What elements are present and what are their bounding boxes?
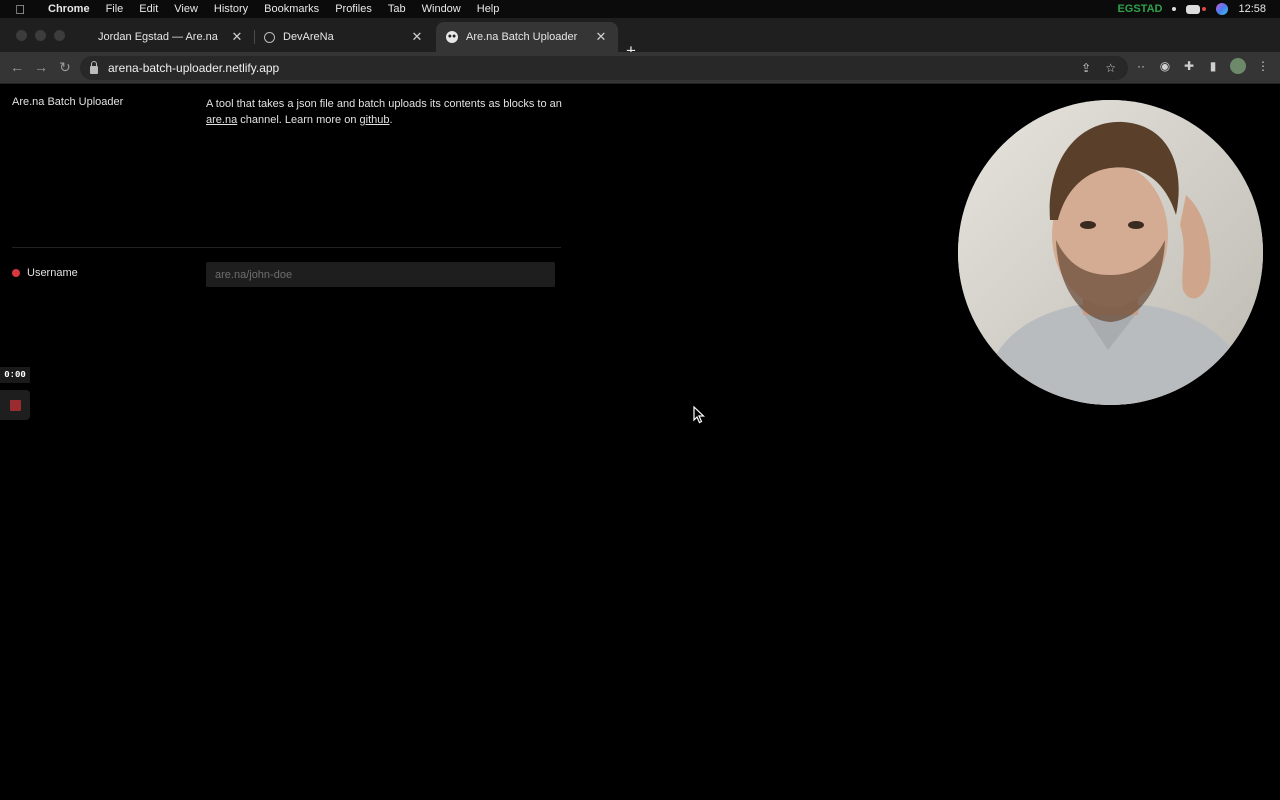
tab-title: Are.na Batch Uploader — [466, 31, 578, 43]
side-panel-icon[interactable]: ▮ — [1206, 59, 1220, 73]
tab-close-icon[interactable]: ✕ — [230, 29, 244, 45]
menubar-status-area: EGSTAD 12:58 — [1117, 0, 1266, 18]
tab-jordan-egstad[interactable]: Jordan Egstad — Are.na ✕ — [88, 22, 254, 52]
arena-link[interactable]: are.na — [206, 114, 237, 126]
lock-icon[interactable] — [90, 61, 98, 74]
menu-window[interactable]: Window — [414, 3, 469, 15]
tab-close-icon[interactable]: ✕ — [594, 29, 608, 45]
menu-app-chrome[interactable]: Chrome — [40, 3, 98, 15]
minimize-window-button[interactable] — [35, 30, 46, 41]
site-description: A tool that takes a json file and batch … — [206, 96, 566, 128]
profile-avatar[interactable] — [1230, 58, 1246, 74]
required-indicator-icon — [12, 269, 20, 277]
tab-batch-uploader[interactable]: ●● Are.na Batch Uploader ✕ — [436, 22, 618, 52]
menu-edit[interactable]: Edit — [131, 3, 166, 15]
username-label-text: Username — [27, 267, 78, 279]
browser-toolbar: ← → ↻ arena-batch-uploader.netlify.app ⇪… — [0, 52, 1280, 84]
menu-history[interactable]: History — [206, 3, 256, 15]
bookmark-star-icon[interactable]: ☆ — [1105, 61, 1116, 75]
globe-icon — [264, 31, 275, 43]
window-controls — [16, 30, 65, 41]
recording-indicator-icon — [1202, 7, 1207, 11]
site-title: Are.na Batch Uploader — [12, 96, 124, 108]
tab-strip: Jordan Egstad — Are.na ✕ DevAreNa ✕ ●● A… — [0, 18, 1280, 59]
tab-close-icon[interactable]: ✕ — [410, 29, 424, 45]
webcam-overlay[interactable] — [958, 100, 1263, 405]
status-dot-icon — [1172, 7, 1177, 11]
share-icon[interactable]: ⇪ — [1081, 61, 1091, 75]
menu-file[interactable]: File — [98, 3, 132, 15]
apple-icon[interactable]:  — [0, 2, 40, 17]
stop-recording-button[interactable] — [0, 390, 30, 420]
tab-title: Jordan Egstad — Are.na — [98, 31, 218, 43]
zoom-window-button[interactable] — [54, 30, 65, 41]
extension-area: ·· ◉ ✚ ▮ ⋮ — [1134, 58, 1270, 74]
menu-view[interactable]: View — [166, 3, 206, 15]
mouse-cursor-icon — [693, 406, 705, 424]
username-label: Username — [12, 267, 78, 279]
more-extensions-icon[interactable]: ·· — [1134, 59, 1148, 73]
username-input[interactable] — [206, 262, 555, 287]
chrome-menu-icon[interactable]: ⋮ — [1256, 59, 1270, 73]
extension-shield-icon[interactable]: ◉ — [1158, 59, 1172, 73]
section-divider — [12, 247, 561, 248]
siri-icon[interactable] — [1216, 3, 1229, 15]
menu-bookmarks[interactable]: Bookmarks — [256, 3, 327, 15]
github-link[interactable]: github — [360, 114, 390, 126]
description-text: A tool that takes a json file and batch … — [206, 98, 562, 110]
back-button[interactable]: ← — [8, 59, 26, 75]
stop-icon — [10, 400, 21, 411]
url-text[interactable]: arena-batch-uploader.netlify.app — [108, 61, 279, 75]
menu-help[interactable]: Help — [469, 3, 508, 15]
menu-bar:  Chrome File Edit View History Bookmark… — [0, 0, 1280, 18]
extensions-puzzle-icon[interactable]: ✚ — [1182, 59, 1196, 73]
status-user-label[interactable]: EGSTAD — [1117, 3, 1162, 15]
close-window-button[interactable] — [16, 30, 27, 41]
omnibox-actions: ⇪ ☆ — [1081, 56, 1116, 80]
description-text-mid: channel. Learn more on — [240, 114, 357, 126]
description-period: . — [389, 114, 393, 126]
menu-tab[interactable]: Tab — [380, 3, 414, 15]
address-bar[interactable]: arena-batch-uploader.netlify.app ⇪ ☆ — [80, 56, 1128, 80]
arena-favicon-icon: ●● — [446, 31, 458, 43]
webcam-person-image — [958, 100, 1263, 405]
tab-devarena[interactable]: DevAreNa ✕ — [254, 22, 434, 52]
control-center-icon[interactable] — [1186, 4, 1201, 14]
tab-title: DevAreNa — [283, 31, 334, 43]
reload-button[interactable]: ↻ — [56, 59, 74, 76]
menu-profiles[interactable]: Profiles — [327, 3, 380, 15]
recording-timer: 0:00 — [0, 367, 30, 383]
menubar-clock[interactable]: 12:58 — [1238, 3, 1266, 15]
forward-button[interactable]: → — [32, 59, 50, 75]
